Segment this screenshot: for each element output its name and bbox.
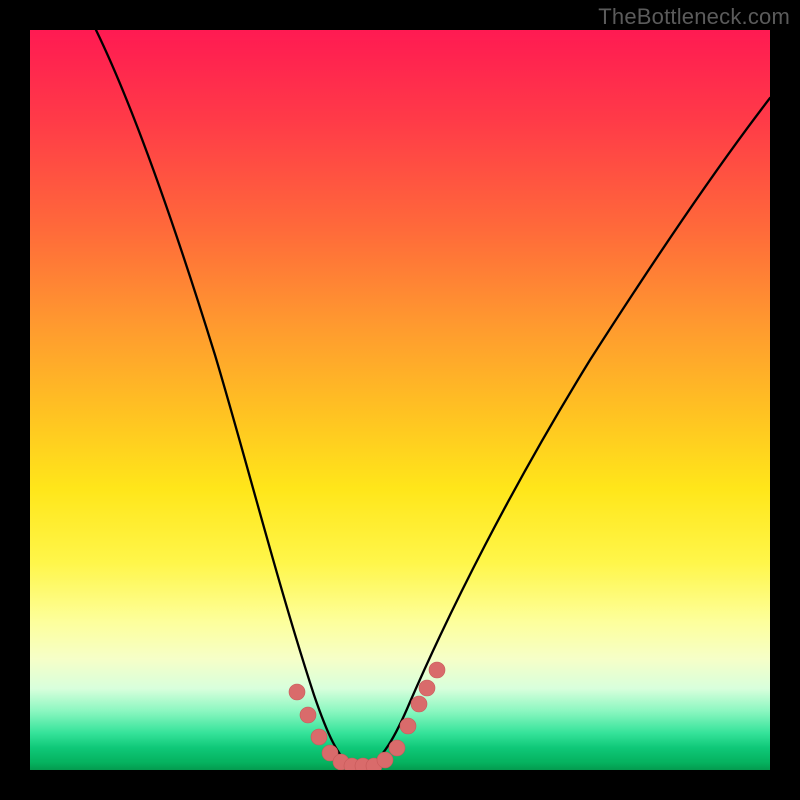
plot-area (30, 30, 770, 770)
marker-dot (429, 662, 445, 678)
marker-dot (311, 729, 327, 745)
marker-dot (400, 718, 416, 734)
marker-dot (289, 684, 305, 700)
marker-dot (419, 680, 435, 696)
marker-dot (300, 707, 316, 723)
marker-dot (377, 752, 393, 768)
chart-frame: TheBottleneck.com (0, 0, 800, 800)
marker-dot (411, 696, 427, 712)
bottleneck-curve-svg (30, 30, 770, 770)
watermark-text: TheBottleneck.com (598, 4, 790, 30)
marker-dot (389, 740, 405, 756)
bottleneck-curve-path (96, 30, 770, 765)
